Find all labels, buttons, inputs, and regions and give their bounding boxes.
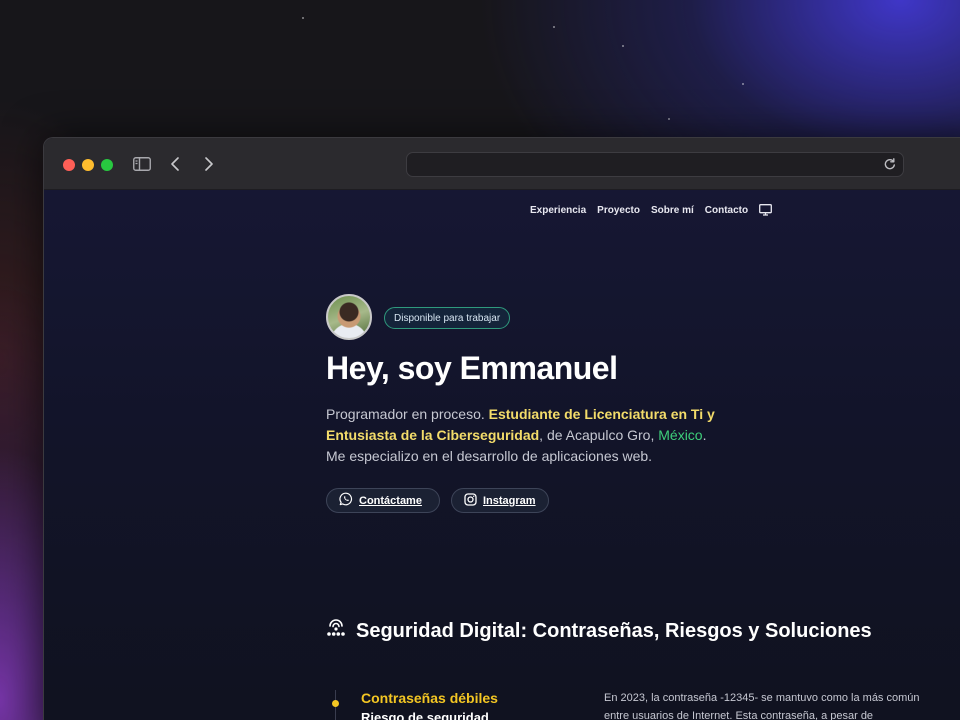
hero-desc-line2: Me especializo en el desarrollo de aplic… <box>326 448 653 464</box>
hero-description: Programador en proceso. Estudiante de Li… <box>326 404 756 467</box>
section-title-text: Seguridad Digital: Contraseñas, Riesgos … <box>356 619 872 642</box>
star <box>622 45 624 47</box>
nav-contacto[interactable]: Contacto <box>705 205 748 216</box>
hero-desc-part1: Programador en proceso. <box>326 406 489 422</box>
browser-window: Experiencia Proyecto Sobre mí Contacto D… <box>43 137 960 720</box>
network-security-icon <box>326 618 346 644</box>
hero-title: Hey, soy Emmanuel <box>326 350 618 386</box>
star <box>302 17 304 19</box>
forward-icon[interactable] <box>202 155 216 173</box>
availability-badge: Disponible para trabajar <box>384 307 511 329</box>
hero-desc-country: México <box>658 427 703 443</box>
close-window-button[interactable] <box>63 159 75 171</box>
avatar <box>326 294 372 340</box>
back-icon[interactable] <box>168 155 182 173</box>
nav-experiencia[interactable]: Experiencia <box>530 205 586 216</box>
address-bar[interactable] <box>406 152 904 177</box>
instagram-button-label: Instagram <box>483 494 536 507</box>
section-title: Seguridad Digital: Contraseñas, Riesgos … <box>326 618 872 644</box>
timeline-subheading: Riesgo de seguridad <box>361 710 489 720</box>
page-content: Experiencia Proyecto Sobre mí Contacto D… <box>44 190 960 720</box>
star <box>553 26 555 28</box>
monitor-icon[interactable] <box>759 204 773 216</box>
maximize-window-button[interactable] <box>101 159 113 171</box>
nav-proyecto[interactable]: Proyecto <box>597 205 640 216</box>
hero-desc-part3: . <box>702 427 707 443</box>
reload-icon[interactable] <box>883 157 897 171</box>
timeline-dot <box>332 700 339 707</box>
star <box>742 83 744 85</box>
star <box>668 118 670 120</box>
minimize-window-button[interactable] <box>82 159 94 171</box>
nav-sobre-mi[interactable]: Sobre mí <box>651 205 694 216</box>
instagram-button[interactable]: Instagram <box>451 488 549 513</box>
hero-desc-part2: , de Acapulco Gro, <box>539 427 659 443</box>
timeline-heading: Contraseñas débiles <box>361 690 498 706</box>
contact-button-label: Contáctame <box>359 494 422 507</box>
top-nav: Experiencia Proyecto Sobre mí Contacto <box>530 204 773 216</box>
whatsapp-icon <box>339 492 353 509</box>
timeline-text: En 2023, la contraseña -12345- se mantuv… <box>604 692 920 720</box>
sidebar-toggle-icon[interactable] <box>132 155 152 173</box>
contact-button[interactable]: Contáctame <box>326 488 440 513</box>
instagram-icon <box>464 492 477 509</box>
browser-toolbar <box>44 138 960 190</box>
